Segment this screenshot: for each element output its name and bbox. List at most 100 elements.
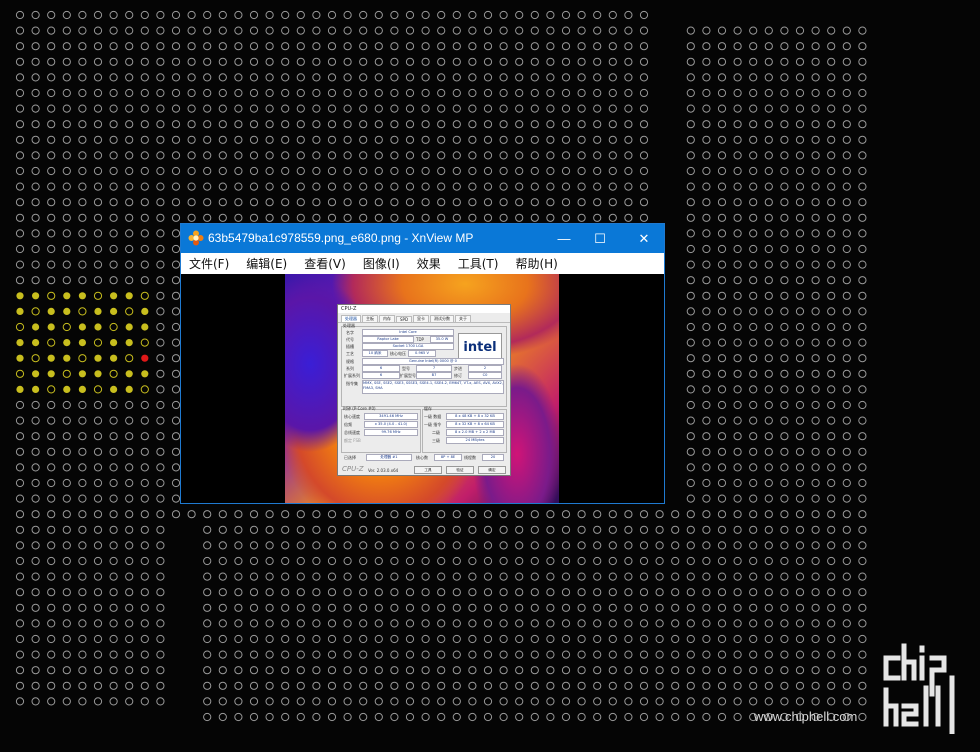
wallpaper-dot xyxy=(343,634,352,644)
wallpaper-dot xyxy=(125,432,134,441)
wallpaper-dot xyxy=(608,213,617,222)
wallpaper-dot xyxy=(530,588,539,597)
wallpaper-dot xyxy=(15,416,25,425)
maximize-button[interactable]: ☐ xyxy=(580,224,620,253)
wallpaper-dot xyxy=(827,510,836,519)
wallpaper-dot xyxy=(281,198,290,207)
minimize-button[interactable]: — xyxy=(544,224,584,253)
wallpaper-dot xyxy=(780,385,789,394)
wallpaper-dot xyxy=(686,619,695,628)
wallpaper-dot xyxy=(842,634,851,644)
cpuz-tab: 处理器 xyxy=(341,315,361,322)
xnview-window[interactable]: 63b5479ba1c978559.png_e680.png - XnView … xyxy=(180,223,665,504)
wallpaper-dot xyxy=(827,354,836,363)
wallpaper-dot xyxy=(31,198,40,207)
wallpaper-dot xyxy=(624,697,633,706)
wallpaper-dot xyxy=(405,10,415,20)
wallpaper-dot xyxy=(702,244,711,254)
wallpaper-dot xyxy=(47,666,56,675)
wallpaper-dot xyxy=(655,697,664,706)
wallpaper-dot xyxy=(47,541,56,550)
wallpaper-dot xyxy=(686,26,695,35)
wallpaper-dot xyxy=(686,416,695,425)
wallpaper-dot xyxy=(499,88,508,98)
wallpaper-dot xyxy=(15,541,25,550)
wallpaper-dot xyxy=(327,88,337,98)
wallpaper-dot xyxy=(203,650,212,659)
menu-file[interactable]: 文件(F) xyxy=(189,255,229,272)
wallpaper-dot xyxy=(218,712,227,722)
menu-edit[interactable]: 编辑(E) xyxy=(246,255,287,272)
wallpaper-dot xyxy=(140,42,149,51)
wallpaper-dot xyxy=(156,10,165,20)
wallpaper-dot xyxy=(468,104,477,113)
wallpaper-dot xyxy=(125,166,134,176)
wallpaper-dot xyxy=(733,681,742,690)
image-viewer-canvas[interactable]: CPU-Z 处理器 主板 内存 SPD 显卡 测试分数 关于 处理器 名字 In… xyxy=(181,274,664,503)
wallpaper-dot xyxy=(483,42,493,51)
wallpaper-dot xyxy=(109,619,118,628)
wallpaper-dot xyxy=(125,339,133,347)
wallpaper-dot xyxy=(780,494,789,503)
wallpaper-dot xyxy=(639,120,649,129)
wallpaper-dot xyxy=(795,260,805,269)
wallpaper-dot xyxy=(62,260,71,269)
wallpaper-dot xyxy=(593,525,602,534)
menu-help[interactable]: 帮助(H) xyxy=(515,255,557,272)
wallpaper-dot xyxy=(109,229,118,238)
wallpaper-dot xyxy=(702,166,711,176)
menu-view[interactable]: 查看(V) xyxy=(304,255,346,272)
cpuz-label: 规格 xyxy=(346,359,354,364)
wallpaper-dot xyxy=(733,166,742,176)
wallpaper-dot xyxy=(47,229,56,238)
close-button[interactable]: ✕ xyxy=(624,224,664,253)
wallpaper-dot xyxy=(312,712,321,722)
wallpaper-dot xyxy=(795,400,805,410)
wallpaper-dot xyxy=(561,712,571,722)
wallpaper-dot xyxy=(608,619,617,628)
menu-image[interactable]: 图像(I) xyxy=(363,255,400,272)
wallpaper-dot xyxy=(608,88,617,98)
wallpaper-dot xyxy=(125,213,134,222)
wallpaper-dot xyxy=(93,556,103,566)
wallpaper-dot xyxy=(842,229,851,238)
wallpaper-dot xyxy=(234,634,243,644)
wallpaper-dot xyxy=(780,354,789,363)
wallpaper-dot xyxy=(125,276,134,285)
wallpaper-dot xyxy=(468,42,477,51)
wallpaper-dot xyxy=(546,697,555,706)
wallpaper-dot xyxy=(795,151,805,160)
wallpaper-dot xyxy=(858,260,867,269)
wallpaper-dot xyxy=(125,681,134,690)
wallpaper-dot xyxy=(249,666,259,675)
wallpaper-dot xyxy=(62,229,71,238)
menu-tools[interactable]: 工具(T) xyxy=(458,255,499,272)
title-bar[interactable]: 63b5479ba1c978559.png_e680.png - XnView … xyxy=(181,224,664,253)
wallpaper-dot xyxy=(15,166,25,176)
wallpaper-dot xyxy=(608,10,617,20)
wallpaper-dot xyxy=(281,182,290,191)
wallpaper-dot xyxy=(125,697,134,706)
wallpaper-dot xyxy=(281,151,290,160)
wallpaper-dot xyxy=(249,73,259,82)
wallpaper-dot xyxy=(343,541,352,550)
wallpaper-dot xyxy=(468,650,477,659)
wallpaper-dot xyxy=(764,104,773,113)
wallpaper-dot xyxy=(483,510,493,519)
wallpaper-dot xyxy=(405,650,415,659)
wallpaper-dot xyxy=(842,385,851,394)
wallpaper-dot xyxy=(499,588,508,597)
wallpaper-dot xyxy=(203,541,212,550)
wallpaper-dot xyxy=(780,151,789,160)
wallpaper-dot xyxy=(249,182,259,191)
wallpaper-dot xyxy=(171,244,181,254)
wallpaper-dot xyxy=(858,697,867,706)
wallpaper-dot xyxy=(125,323,133,331)
wallpaper-dot xyxy=(125,151,134,160)
wallpaper-dot xyxy=(421,166,430,176)
wallpaper-dot xyxy=(686,385,695,394)
wallpaper-dot xyxy=(639,166,649,176)
wallpaper-dot xyxy=(546,650,555,659)
wallpaper-dot xyxy=(733,307,742,316)
menu-effects[interactable]: 效果 xyxy=(417,255,441,272)
